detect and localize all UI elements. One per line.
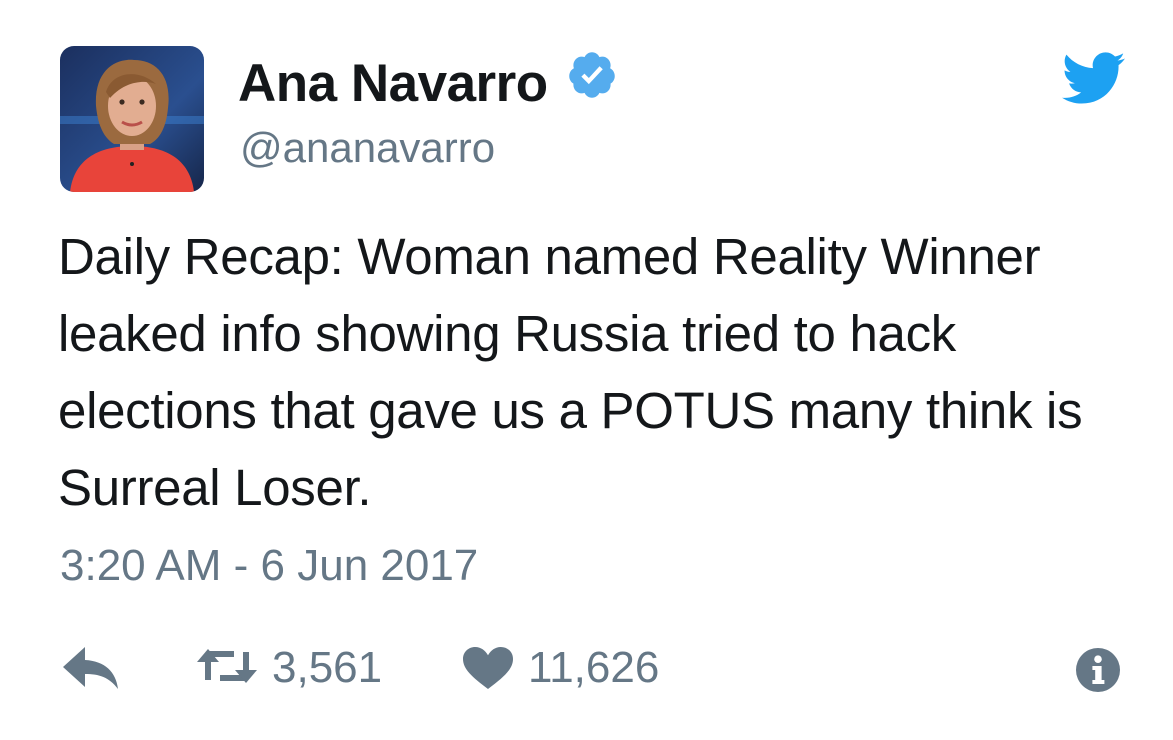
- info-icon[interactable]: [1076, 648, 1120, 692]
- user-handle[interactable]: @ananavarro: [240, 120, 495, 176]
- display-name[interactable]: Ana Navarro: [238, 52, 548, 116]
- tweet-timestamp[interactable]: 3:20 AM - 6 Jun 2017: [60, 538, 478, 594]
- reply-icon[interactable]: [62, 646, 120, 690]
- retweet-icon[interactable]: [196, 646, 258, 686]
- heart-icon[interactable]: [462, 646, 514, 690]
- tweet-actions: 3,561 11,626: [0, 636, 1173, 700]
- twitter-bird-icon: [1062, 52, 1125, 104]
- avatar-image: [60, 46, 204, 192]
- verified-badge-icon: [568, 52, 615, 98]
- avatar[interactable]: [60, 46, 204, 192]
- tweet-card: Ana Navarro @ananavarro Daily Recap: Wom…: [0, 0, 1173, 740]
- tweet-text: Daily Recap: Woman named Reality Winner …: [58, 228, 1083, 516]
- retweet-count[interactable]: 3,561: [272, 640, 382, 696]
- like-count[interactable]: 11,626: [528, 640, 659, 696]
